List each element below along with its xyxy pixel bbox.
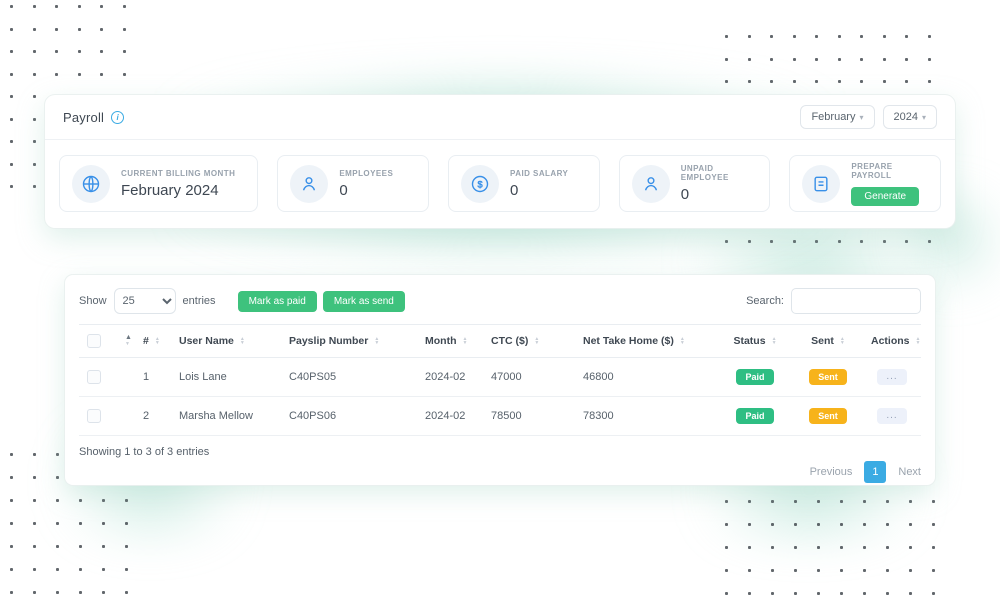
next-page-button[interactable]: Next [898, 466, 921, 478]
page-number-button[interactable]: 1 [864, 461, 886, 483]
user-icon [632, 165, 670, 203]
cell-num: 2 [135, 397, 171, 436]
cell-month: 2024-02 [417, 358, 483, 397]
table-row: 2 Marsha Mellow C40PS06 2024-02 78500 78… [79, 397, 921, 436]
stat-label: UNPAID EMPLOYEE [681, 164, 758, 182]
stat-value: 0 [510, 182, 568, 199]
select-all-checkbox[interactable] [87, 334, 101, 348]
mark-as-paid-button[interactable]: Mark as paid [238, 291, 317, 312]
column-header-net-take-home[interactable]: Net Take Home ($) [575, 325, 717, 358]
stat-value: February 2024 [121, 182, 235, 199]
cell-payslip-number: C40PS06 [281, 397, 417, 436]
sort-icons [772, 337, 777, 345]
cell-user-name: Marsha Mellow [171, 397, 281, 436]
generate-button[interactable]: Generate [851, 187, 919, 206]
row-actions-button[interactable]: ... [877, 408, 906, 424]
stat-label: CURRENT BILLING MONTH [121, 169, 235, 178]
svg-text:$: $ [478, 179, 483, 189]
showing-entries-text: Showing 1 to 3 of 3 entries [79, 446, 921, 458]
stat-label: PAID SALARY [510, 169, 568, 178]
column-header-sent[interactable]: Sent [793, 325, 863, 358]
year-dropdown[interactable]: 2024 ▾ [883, 105, 938, 129]
document-icon [802, 165, 840, 203]
table-controls: Show 25 entries Mark as paid Mark as sen… [79, 288, 921, 314]
stat-value: 0 [339, 182, 393, 199]
search-label: Search: [746, 295, 784, 307]
pagination: Previous 1 Next [79, 461, 921, 483]
dollar-circle-icon: $ [461, 165, 499, 203]
sort-icons [534, 337, 539, 345]
cell-num: 1 [135, 358, 171, 397]
status-badge: Paid [736, 369, 773, 385]
cell-ctc: 47000 [483, 358, 575, 397]
stats-row: CURRENT BILLING MONTH February 2024 EMPL… [45, 140, 955, 212]
payroll-panel-header: Payroll February ▾ 2024 ▾ [45, 95, 955, 140]
chevron-down-icon: ▾ [922, 113, 926, 122]
sort-icons [840, 337, 845, 345]
entries-label: entries [183, 295, 216, 307]
table-row: 1 Lois Lane C40PS05 2024-02 47000 46800 … [79, 358, 921, 397]
column-header-actions[interactable]: Actions [863, 325, 921, 358]
year-dropdown-value: 2024 [894, 111, 918, 123]
show-label: Show [79, 295, 107, 307]
sent-badge: Sent [809, 408, 847, 424]
status-badge: Paid [736, 408, 773, 424]
cell-user-name: Lois Lane [171, 358, 281, 397]
stat-label: EMPLOYEES [339, 169, 393, 178]
sort-icons [155, 337, 160, 345]
user-icon [290, 165, 328, 203]
sort-icons [916, 337, 921, 345]
column-header-payslip-number[interactable]: Payslip Number [281, 325, 417, 358]
search-input[interactable] [791, 288, 921, 314]
select-sort-header[interactable] [111, 325, 135, 358]
column-header-status[interactable]: Status [717, 325, 793, 358]
sort-icons [463, 337, 468, 345]
stat-card-unpaid-employee: UNPAID EMPLOYEE 0 [619, 155, 771, 212]
page-title: Payroll [63, 110, 104, 125]
select-all-header [79, 325, 111, 358]
entries-per-page-select[interactable]: 25 [114, 288, 176, 314]
table-header-row: # User Name Payslip Number Month CTC ($)… [79, 325, 921, 358]
chevron-down-icon: ▾ [859, 113, 863, 122]
stat-value: 0 [681, 186, 758, 203]
sort-icons [374, 337, 379, 345]
stat-card-billing-month: CURRENT BILLING MONTH February 2024 [59, 155, 258, 212]
row-actions-button[interactable]: ... [877, 369, 906, 385]
cell-net-take-home: 46800 [575, 358, 717, 397]
sort-icons [240, 337, 245, 345]
cell-payslip-number: C40PS05 [281, 358, 417, 397]
row-checkbox[interactable] [87, 409, 101, 423]
column-header-month[interactable]: Month [417, 325, 483, 358]
stat-card-paid-salary: $ PAID SALARY 0 [448, 155, 600, 212]
cell-net-take-home: 78300 [575, 397, 717, 436]
column-header-num[interactable]: # [135, 325, 171, 358]
sent-badge: Sent [809, 369, 847, 385]
info-icon[interactable] [111, 111, 124, 124]
previous-page-button[interactable]: Previous [810, 466, 853, 478]
payroll-panel: Payroll February ▾ 2024 ▾ CURRENT BIL [45, 95, 955, 228]
stat-card-prepare-payroll: PREPARE PAYROLL Generate [789, 155, 941, 212]
cell-ctc: 78500 [483, 397, 575, 436]
mark-as-send-button[interactable]: Mark as send [323, 291, 405, 312]
stat-card-employees: EMPLOYEES 0 [277, 155, 429, 212]
column-header-user-name[interactable]: User Name [171, 325, 281, 358]
payslip-table-panel: Show 25 entries Mark as paid Mark as sen… [65, 275, 935, 485]
cell-month: 2024-02 [417, 397, 483, 436]
globe-icon [72, 165, 110, 203]
row-checkbox[interactable] [87, 370, 101, 384]
column-header-ctc[interactable]: CTC ($) [483, 325, 575, 358]
month-dropdown[interactable]: February ▾ [800, 105, 874, 129]
table-footer: Showing 1 to 3 of 3 entries Previous 1 N… [79, 446, 921, 483]
sort-icon [125, 334, 132, 348]
payslip-table: # User Name Payslip Number Month CTC ($)… [79, 324, 921, 436]
month-dropdown-value: February [811, 111, 855, 123]
sort-icons [680, 337, 685, 345]
stat-label: PREPARE PAYROLL [851, 162, 928, 180]
